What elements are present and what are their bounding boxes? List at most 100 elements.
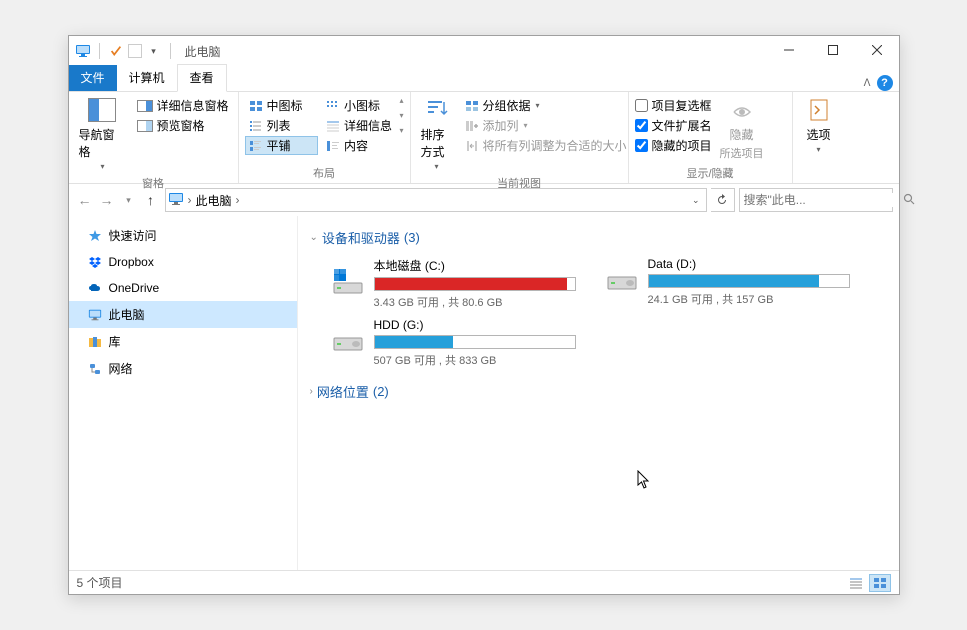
minimize-button[interactable] — [767, 36, 811, 64]
body: 快速访问 Dropbox OneDrive 此电脑 库 网络 — [69, 216, 899, 570]
properties-icon[interactable] — [108, 43, 124, 59]
ribbon-group-layout-label: 布局 — [245, 163, 404, 183]
drive-name: Data (D:) — [648, 257, 850, 271]
sidebar-item-network[interactable]: 网络 — [69, 355, 297, 382]
sidebar-item-label: 此电脑 — [109, 306, 145, 323]
sidebar-item-label: 库 — [109, 333, 121, 350]
drive-status: 24.1 GB 可用 , 共 157 GB — [648, 291, 850, 307]
options-label: 选项 — [806, 126, 830, 143]
search-icon — [903, 193, 915, 208]
group-by-button[interactable]: 分组依据▾ — [461, 96, 630, 115]
drive-icon — [330, 324, 366, 360]
address-dropdown-button[interactable]: ⌄ — [688, 195, 704, 206]
search-input[interactable] — [744, 193, 899, 207]
layout-details[interactable]: 详细信息 — [322, 116, 396, 135]
titlebar: ▾ 此电脑 — [69, 36, 899, 66]
sidebar-item-onedrive[interactable]: OneDrive — [69, 275, 297, 301]
layout-list[interactable]: 列表 — [245, 116, 319, 135]
section-network-header[interactable]: › 网络位置 (2) — [310, 378, 887, 405]
layout-small-icons[interactable]: 小图标 — [322, 96, 396, 115]
forward-button[interactable]: → — [97, 190, 117, 210]
drive-icon — [604, 263, 640, 299]
back-button[interactable]: ← — [75, 190, 95, 210]
separator — [170, 43, 171, 59]
section-title: 设备和驱动器 — [322, 228, 400, 247]
ribbon-group-show-hide-label: 显示/隐藏 — [635, 163, 786, 183]
explorer-window: ▾ 此电脑 文件 计算机 查看 ᐱ ? 导航窗格 ▾ — [68, 35, 900, 595]
qat-dropdown-icon[interactable]: ▾ — [146, 43, 162, 59]
sort-by-button[interactable]: 排序方式 ▾ — [417, 94, 457, 173]
content-area: ⌄ 设备和驱动器 (3) 本地磁盘 (C:) 3.43 GB 可用 , 共 80.… — [298, 216, 899, 570]
sidebar-item-dropbox[interactable]: Dropbox — [69, 249, 297, 275]
address-bar[interactable]: › 此电脑 › ⌄ — [165, 188, 707, 212]
recent-locations-button[interactable]: ▾ — [119, 190, 139, 210]
layout-more[interactable]: ▾ — [400, 126, 404, 135]
drive-status: 507 GB 可用 , 共 833 GB — [374, 352, 576, 368]
pc-icon — [87, 307, 103, 323]
ribbon-tabs: 文件 计算机 查看 ᐱ ? — [69, 66, 899, 92]
help-icon[interactable]: ? — [877, 75, 893, 91]
quick-access-toolbar: ▾ 此电脑 — [69, 43, 221, 60]
layout-medium-icons[interactable]: 中图标 — [245, 96, 319, 115]
navigation-pane-button[interactable]: 导航窗格 ▾ — [75, 94, 131, 173]
options-button[interactable]: 选项 ▾ — [799, 94, 839, 156]
preview-pane-button[interactable]: 预览窗格 — [134, 116, 231, 135]
sidebar-item-label: 快速访问 — [109, 227, 157, 244]
tiles-view-toggle[interactable] — [869, 574, 891, 592]
tab-file[interactable]: 文件 — [69, 65, 117, 91]
refresh-button[interactable] — [711, 188, 735, 212]
close-button[interactable] — [855, 36, 899, 64]
sidebar-item-quick-access[interactable]: 快速访问 — [69, 222, 297, 249]
layout-scroll-up[interactable]: ▴ — [400, 96, 404, 105]
sidebar-item-this-pc[interactable]: 此电脑 — [69, 301, 297, 328]
maximize-button[interactable] — [811, 36, 855, 64]
tab-view[interactable]: 查看 — [177, 64, 227, 92]
hide-selected-label: 隐藏 — [730, 126, 754, 143]
drives-list: 本地磁盘 (C:) 3.43 GB 可用 , 共 80.6 GB Data (D:)… — [310, 251, 887, 378]
qat-spacer-icon — [128, 44, 142, 58]
drive-item[interactable]: 本地磁盘 (C:) 3.43 GB 可用 , 共 80.6 GB — [330, 257, 576, 310]
layout-tiles[interactable]: 平铺 — [245, 136, 319, 155]
star-icon — [87, 228, 103, 244]
up-button[interactable]: ↑ — [141, 190, 161, 210]
drive-info: Data (D:) 24.1 GB 可用 , 共 157 GB — [648, 257, 850, 310]
tab-computer[interactable]: 计算机 — [117, 65, 177, 91]
section-count: (3) — [404, 230, 420, 245]
breadcrumb-separator[interactable]: › — [236, 193, 240, 207]
section-devices-header[interactable]: ⌄ 设备和驱动器 (3) — [310, 224, 887, 251]
search-box[interactable] — [739, 188, 893, 212]
drive-name: 本地磁盘 (C:) — [374, 257, 576, 274]
details-pane-button[interactable]: 详细信息窗格 — [134, 96, 231, 115]
onedrive-icon — [87, 280, 103, 296]
pc-icon — [168, 191, 184, 210]
hide-selected-sublabel: 所选项目 — [720, 145, 764, 161]
drive-status: 3.43 GB 可用 , 共 80.6 GB — [374, 294, 576, 310]
window-title: 此电脑 — [185, 43, 221, 60]
navigation-pane: 快速访问 Dropbox OneDrive 此电脑 库 网络 — [69, 216, 298, 570]
layout-scroll-down[interactable]: ▾ — [400, 111, 404, 120]
file-extensions-toggle[interactable]: 文件扩展名 — [635, 116, 712, 135]
add-columns-button: 添加列▾ — [461, 116, 630, 135]
ribbon-collapse-button[interactable]: ᐱ — [864, 78, 871, 89]
section-title: 网络位置 — [317, 382, 369, 401]
network-icon — [87, 361, 103, 377]
details-view-toggle[interactable] — [845, 574, 867, 592]
item-checkboxes-toggle[interactable]: 项目复选框 — [635, 96, 712, 115]
drive-usage-bar — [374, 277, 576, 291]
sidebar-item-libraries[interactable]: 库 — [69, 328, 297, 355]
ribbon-group-layout: 中图标 列表 平铺 小图标 详细信息 内容 ▴ ▾ ▾ 布局 — [239, 92, 411, 183]
layout-content[interactable]: 内容 — [322, 136, 396, 155]
window-controls — [767, 36, 899, 64]
breadcrumb-location[interactable]: 此电脑 — [196, 192, 232, 209]
size-columns-button: 将所有列调整为合适的大小 — [461, 136, 630, 155]
drive-info: HDD (G:)507 GB 可用 , 共 833 GB — [374, 318, 576, 368]
drive-item[interactable]: Data (D:) 24.1 GB 可用 , 共 157 GB — [604, 257, 850, 310]
section-count: (2) — [373, 384, 389, 399]
sidebar-item-label: 网络 — [109, 360, 133, 377]
ribbon-group-panes: 导航窗格 ▾ 详细信息窗格 预览窗格 窗格 — [69, 92, 239, 183]
view-mode-toggles — [845, 574, 891, 592]
drive-item[interactable]: HDD (G:)507 GB 可用 , 共 833 GB — [330, 318, 576, 368]
hidden-items-toggle[interactable]: 隐藏的项目 — [635, 136, 712, 155]
breadcrumb-separator[interactable]: › — [188, 193, 192, 207]
navigation-bar: ← → ▾ ↑ › 此电脑 › ⌄ — [69, 184, 899, 216]
